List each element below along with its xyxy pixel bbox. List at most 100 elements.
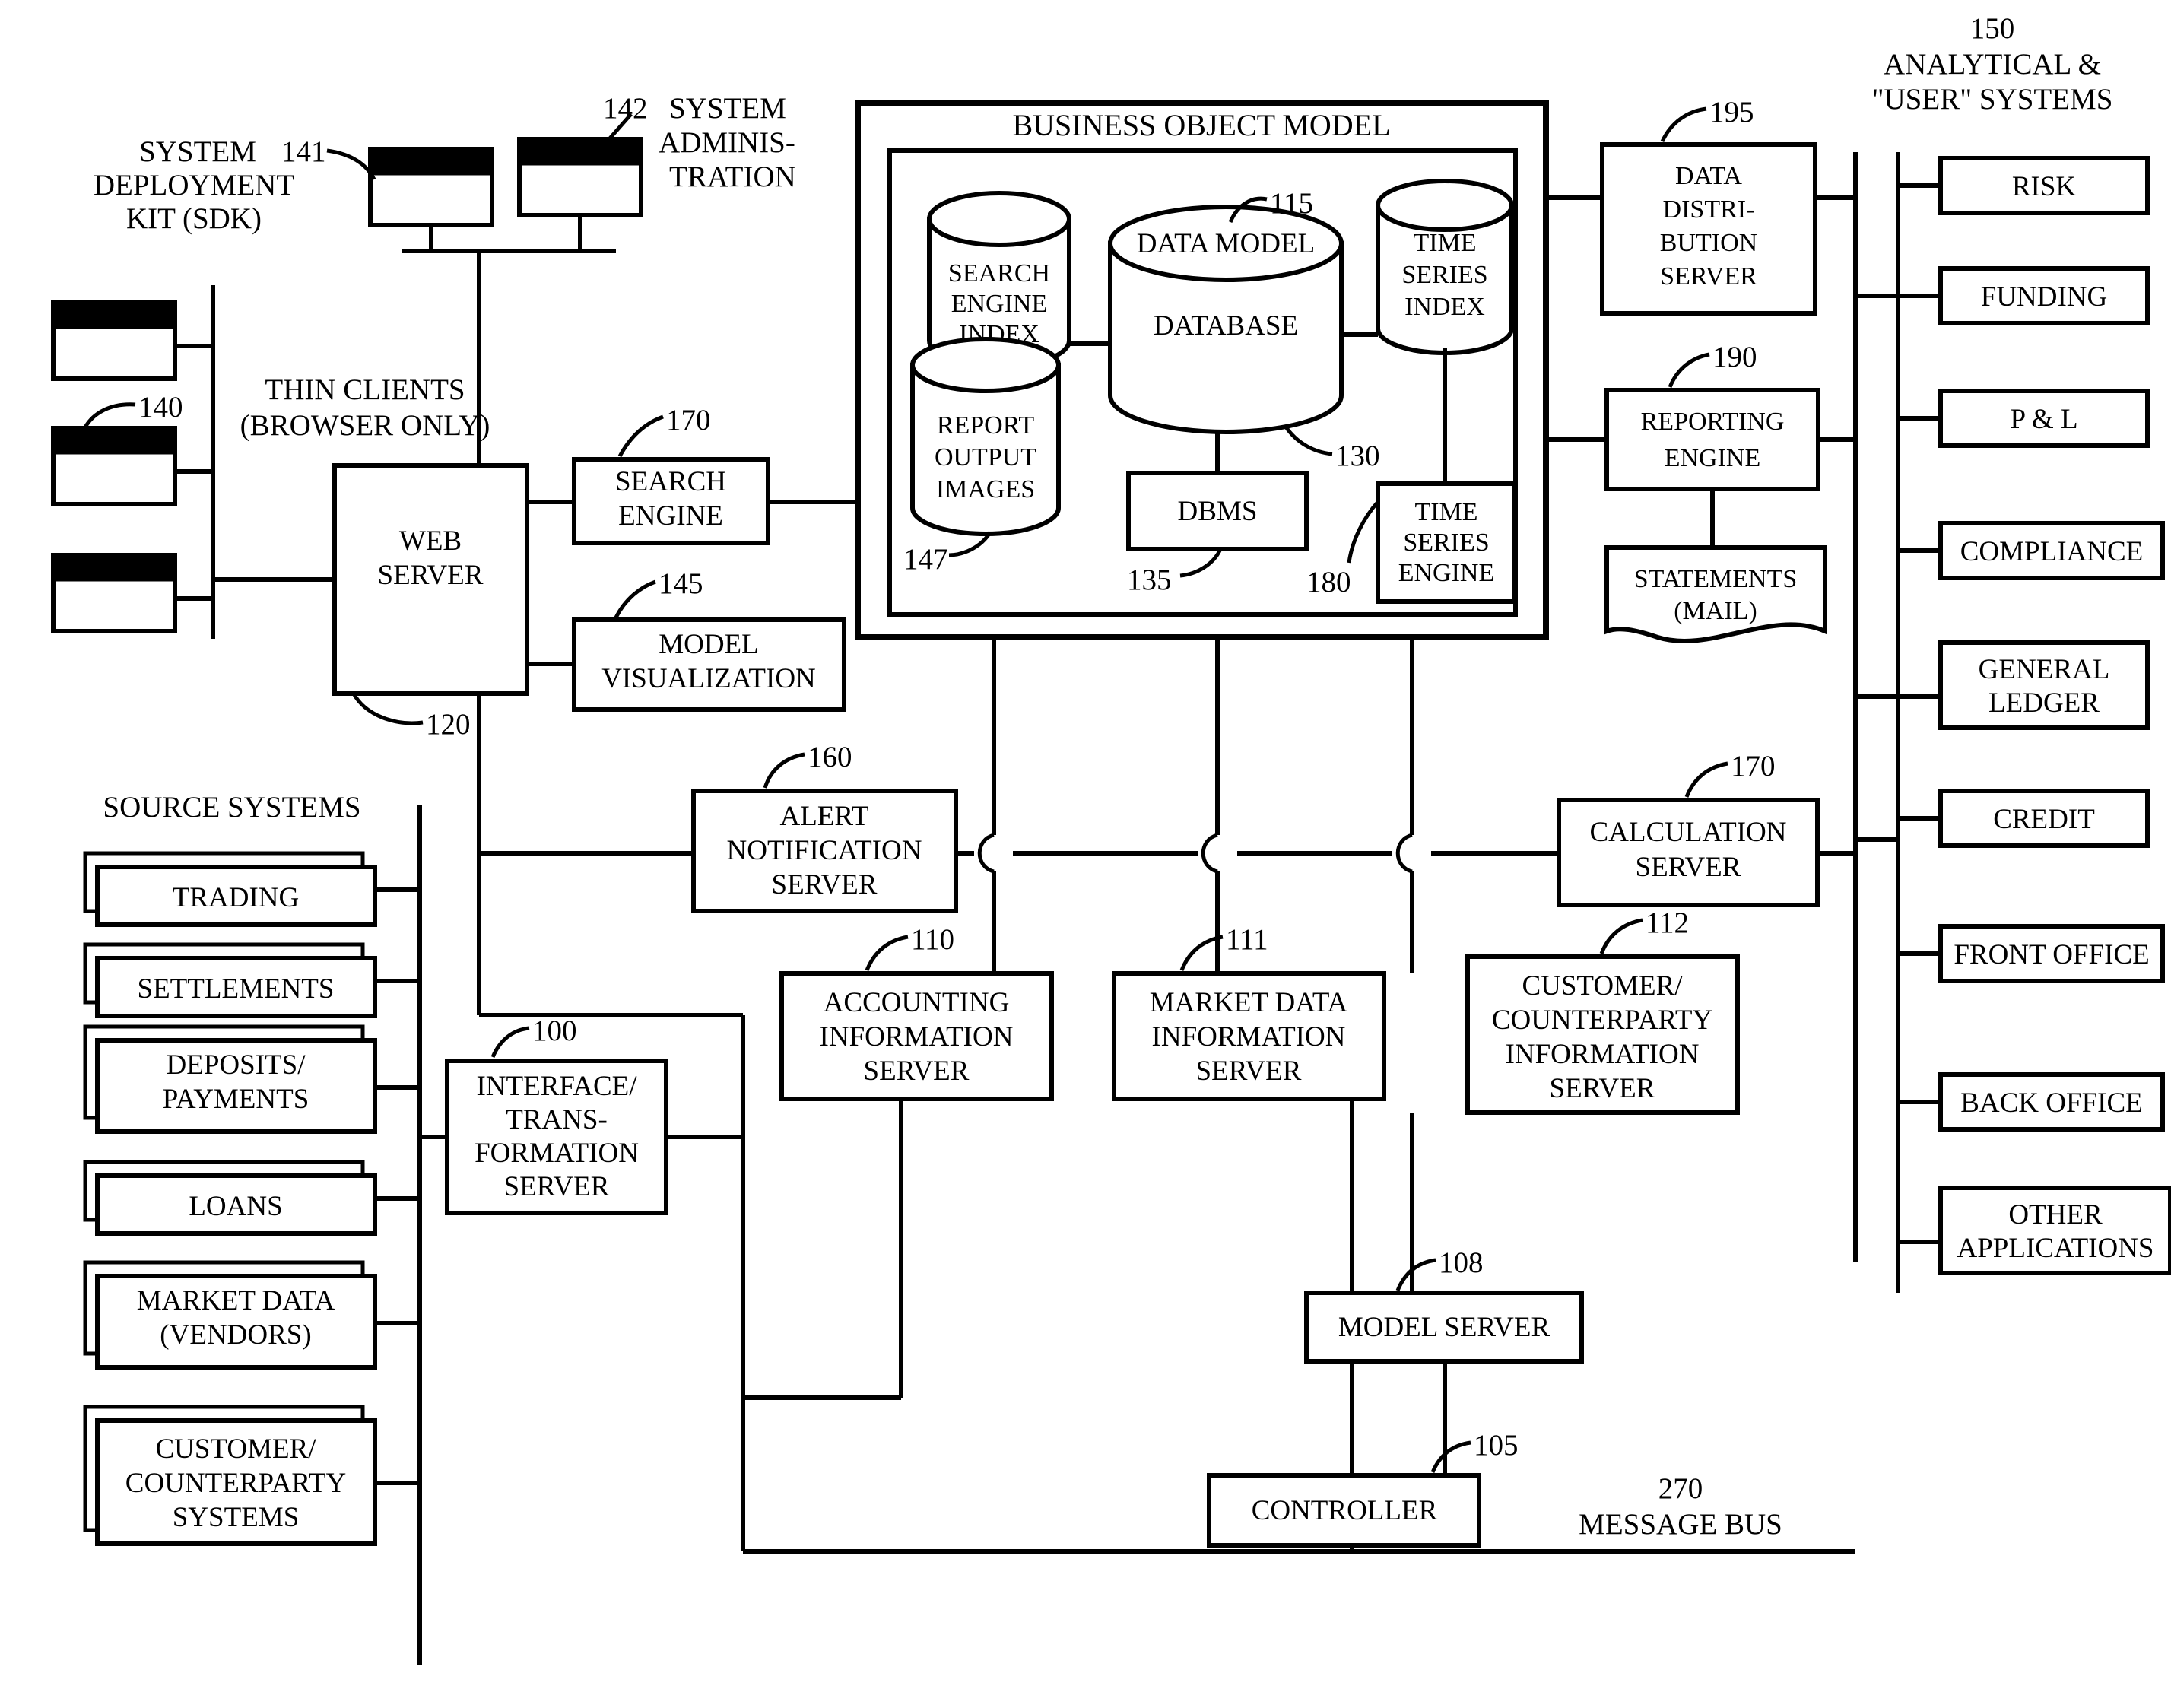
model-visualization-box[interactable]: MODEL VISUALIZATION xyxy=(572,617,846,712)
data-model-label: DATA MODEL xyxy=(1137,228,1315,259)
ais-line2: INFORMATION xyxy=(820,1021,1014,1052)
ref-147-label: 147 xyxy=(903,543,948,576)
report-output-images-cylinder: REPORT OUTPUT IMAGES xyxy=(910,337,1061,536)
model-server-label: MODEL SERVER xyxy=(1338,1312,1550,1343)
ais-line3: SERVER xyxy=(864,1056,970,1087)
source-deposits-line1: DEPOSITS/ xyxy=(167,1049,306,1081)
ref-190-label: 190 xyxy=(1712,341,1757,373)
controller-label: CONTROLLER xyxy=(1252,1495,1438,1526)
analytical-system-funding[interactable]: FUNDING xyxy=(1898,266,2150,325)
ref-190: 190 xyxy=(1668,341,1757,388)
ref-108-label: 108 xyxy=(1439,1246,1484,1279)
analytical-system-credit[interactable]: CREDIT xyxy=(1898,789,2150,848)
message-bus-text: MESSAGE BUS xyxy=(1579,1508,1782,1541)
ccis-line4: SERVER xyxy=(1550,1073,1655,1104)
message-bus-ref: 270 xyxy=(1658,1472,1703,1505)
market-data-information-server-box[interactable]: MARKET DATA INFORMATION SERVER xyxy=(1112,971,1386,1101)
source-market-line1: MARKET DATA xyxy=(137,1285,335,1316)
mdis-line3: SERVER xyxy=(1196,1056,1302,1087)
source-cust-line2: COUNTERPARTY xyxy=(125,1468,346,1499)
dds-line2: DISTRI- xyxy=(1663,195,1755,224)
alert-notification-server-box[interactable]: ALERT NOTIFICATION SERVER xyxy=(691,789,958,913)
re-line1: REPORTING xyxy=(1641,408,1785,436)
model-server-box[interactable]: MODEL SERVER xyxy=(1304,1291,1584,1364)
source-system-trading[interactable]: TRADING xyxy=(83,851,420,927)
source-system-customer-counterparty[interactable]: CUSTOMER/ COUNTERPARTY SYSTEMS xyxy=(83,1405,420,1546)
analytical-system-pl[interactable]: P & L xyxy=(1898,389,2150,448)
source-loans-label: LOANS xyxy=(189,1191,282,1222)
sysadmin-label-line2: ADMINIS- xyxy=(659,126,795,159)
ref-120-label: 120 xyxy=(426,708,471,741)
time-series-engine-box[interactable]: TIME SERIES ENGINE xyxy=(1376,481,1517,604)
web-server-line1: WEB xyxy=(399,525,462,557)
sdk-label-line3: KIT (SDK) xyxy=(126,202,262,235)
ans-line2: NOTIFICATION xyxy=(727,835,922,866)
ref-195-label: 195 xyxy=(1709,96,1754,129)
analytical-line2: "USER" SYSTEMS xyxy=(1872,83,2113,116)
ref-140-label: 140 xyxy=(138,391,183,424)
thin-clients-line2: (BROWSER ONLY) xyxy=(240,409,490,442)
source-trading-label: TRADING xyxy=(173,882,299,913)
statements-mail-document: STATEMENTS (MAIL) xyxy=(1604,545,1827,643)
sdk-monitor xyxy=(368,147,494,251)
sdk-label: SYSTEM DEPLOYMENT KIT (SDK) 141 xyxy=(94,135,326,235)
web-server-box[interactable]: WEB SERVER xyxy=(332,463,529,696)
re-line2: ENGINE xyxy=(1665,444,1761,472)
customer-counterparty-information-server-box[interactable]: CUSTOMER/ COUNTERPARTY INFORMATION SERVE… xyxy=(1465,954,1740,1115)
ais-line1: ACCOUNTING xyxy=(824,987,1010,1018)
thin-clients-line1: THIN CLIENTS xyxy=(265,373,465,406)
reporting-engine-box[interactable]: REPORTING ENGINE xyxy=(1604,388,1820,491)
mdis-line1: MARKET DATA xyxy=(1150,987,1348,1018)
ref-145-label: 145 xyxy=(659,567,703,600)
search-engine-line2: ENGINE xyxy=(618,500,723,532)
sdk-label-line2: DEPLOYMENT xyxy=(94,169,294,202)
statements-line1: STATEMENTS xyxy=(1634,565,1798,593)
controller-box[interactable]: CONTROLLER xyxy=(1207,1473,1481,1548)
source-deposits-line2: PAYMENTS xyxy=(163,1084,309,1115)
data-distribution-server-box[interactable]: DATA DISTRI- BUTION SERVER xyxy=(1600,142,1817,316)
sdk-label-line1: SYSTEM xyxy=(139,135,256,168)
statements-line2: (MAIL) xyxy=(1674,597,1757,625)
analytical-system-general-ledger[interactable]: GENERAL LEDGER xyxy=(1938,640,2150,730)
ref-150-label: 150 xyxy=(1970,12,2015,45)
ccis-line1: CUSTOMER/ xyxy=(1522,970,1683,1002)
calculation-server-box[interactable]: CALCULATION SERVER xyxy=(1557,798,1820,907)
search-engine-index-line2: ENGINE xyxy=(951,290,1048,318)
dbms-box[interactable]: DBMS xyxy=(1126,471,1309,551)
source-system-market-data[interactable]: MARKET DATA (VENDORS) xyxy=(83,1260,420,1370)
model-visualization-line2: VISUALIZATION xyxy=(601,663,816,694)
dds-line1: DATA xyxy=(1675,162,1742,190)
analytical-system-front-office[interactable]: FRONT OFFICE xyxy=(1898,924,2165,983)
ref-160-label: 160 xyxy=(808,741,852,773)
source-settlements-label: SETTLEMENTS xyxy=(138,973,335,1005)
its-line2: TRANS- xyxy=(506,1104,608,1135)
diagram-canvas: 140 SYSTEM DEPLOYMENT KIT (SDK) 141 142 … xyxy=(0,0,2171,1708)
dds-line3: BUTION xyxy=(1660,229,1757,257)
message-bus-label: 270 MESSAGE BUS xyxy=(1579,1472,1782,1541)
ref-110: 110 xyxy=(865,923,954,971)
thin-client-monitor-1 xyxy=(51,300,213,381)
source-cust-line3: SYSTEMS xyxy=(173,1502,300,1533)
analytical-system-back-office[interactable]: BACK OFFICE xyxy=(1898,1072,2165,1132)
time-series-index-line1: TIME xyxy=(1413,229,1476,257)
analytical-system-risk[interactable]: RISK xyxy=(1898,156,2150,215)
model-visualization-line1: MODEL xyxy=(659,629,759,660)
sysadmin-monitor xyxy=(517,137,643,251)
tse-line3: ENGINE xyxy=(1398,559,1495,587)
analytical-credit-label: CREDIT xyxy=(1993,804,2095,835)
time-series-index-line3: INDEX xyxy=(1404,293,1485,321)
report-output-line3: IMAGES xyxy=(936,475,1035,503)
ref-145: 145 xyxy=(614,567,703,619)
search-engine-index-line1: SEARCH xyxy=(948,259,1050,287)
search-engine-box[interactable]: SEARCH ENGINE xyxy=(572,457,770,545)
source-system-deposits-payments[interactable]: DEPOSITS/ PAYMENTS xyxy=(83,1024,420,1134)
source-system-loans[interactable]: LOANS xyxy=(83,1160,420,1236)
interface-transformation-server-box[interactable]: INTERFACE/ TRANS- FORMATION SERVER xyxy=(445,1059,668,1215)
analytical-other-line1: OTHER xyxy=(2008,1199,2103,1230)
accounting-information-server-box[interactable]: ACCOUNTING INFORMATION SERVER xyxy=(779,971,1054,1101)
analytical-front-office-label: FRONT OFFICE xyxy=(1954,939,2149,970)
analytical-system-other-applications[interactable]: OTHER APPLICATIONS xyxy=(1938,1186,2171,1275)
tse-line1: TIME xyxy=(1414,498,1477,526)
analytical-system-compliance[interactable]: COMPLIANCE xyxy=(1898,521,2165,580)
source-system-settlements[interactable]: SETTLEMENTS xyxy=(83,942,420,1018)
